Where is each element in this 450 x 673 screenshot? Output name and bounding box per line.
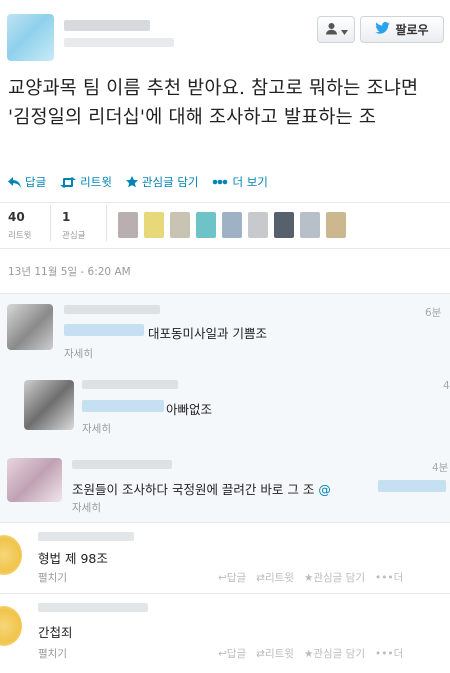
- retweeter-avatar[interactable]: [300, 212, 320, 238]
- retweet-icon: [60, 176, 77, 188]
- stat-separator: [106, 205, 107, 241]
- more-action[interactable]: •••더: [375, 646, 403, 661]
- favorite-action[interactable]: ★관심글 담기: [304, 570, 365, 585]
- caret-down-icon: [340, 20, 348, 39]
- reply-item: 간첩죄 펼치기 ↩답글 ⇄리트윗 ★관심글 담기 •••더: [0, 594, 450, 673]
- tweet-actions: 답글 리트윗 관심글 담기 더 보기: [8, 174, 268, 190]
- retweet-action[interactable]: ⇄리트윗: [256, 646, 294, 661]
- reply-author-redacted[interactable]: [82, 380, 178, 389]
- person-icon: [325, 20, 338, 39]
- divider: [0, 202, 450, 203]
- reply-text: 조원들이 조사하다 국정원에 끌려간 바로 그 조 @: [72, 482, 331, 497]
- follow-label: 팔로우: [395, 23, 429, 37]
- reply-text: 대포동미사일과 기쁨조: [148, 326, 267, 341]
- mention-redacted[interactable]: [82, 400, 164, 412]
- expand-link[interactable]: 펼치기: [38, 570, 67, 585]
- expand-link[interactable]: 자세히: [64, 346, 93, 361]
- retweet-count-label: 리트윗: [8, 231, 32, 241]
- retweeter-avatar[interactable]: [248, 212, 268, 238]
- reply-avatar[interactable]: [24, 380, 74, 430]
- favorite-action[interactable]: 관심글 담기: [125, 174, 198, 190]
- expand-link[interactable]: 자세히: [72, 500, 101, 515]
- star-icon: [125, 176, 138, 188]
- favorite-action[interactable]: ★관심글 담기: [304, 646, 365, 661]
- reply-actions: ↩답글 ⇄리트윗 ★관심글 담기 •••더: [218, 570, 403, 585]
- more-action[interactable]: •••더: [375, 570, 403, 585]
- mention-redacted[interactable]: [378, 480, 446, 492]
- reply-actions: ↩답글 ⇄리트윗 ★관심글 담기 •••더: [218, 646, 403, 661]
- reply-item: 4분 조원들이 조사하다 국정원에 끌려간 바로 그 조 @ 자세히: [0, 448, 450, 522]
- more-action[interactable]: 더 보기: [212, 174, 268, 190]
- reply-author-redacted[interactable]: [38, 532, 134, 541]
- retweeter-avatar[interactable]: [118, 212, 138, 238]
- reply-avatar[interactable]: [7, 304, 53, 350]
- tweet-timestamp[interactable]: 13년 11월 5일 - 6:20 AM: [8, 264, 131, 279]
- user-actions-button[interactable]: [317, 16, 355, 43]
- more-dots-icon: [212, 179, 228, 185]
- reply-item: 형법 제 98조 펼치기 ↩답글 ⇄리트윗 ★관심글 담기 •••더: [0, 523, 450, 593]
- expand-link[interactable]: 펼치기: [38, 646, 67, 661]
- twitter-bird-icon: [375, 21, 391, 37]
- reply-time[interactable]: 4분: [432, 460, 448, 475]
- retweeter-avatar[interactable]: [274, 212, 294, 238]
- reply-author-redacted[interactable]: [64, 305, 160, 314]
- reply-mention[interactable]: @: [318, 482, 331, 497]
- reply-author-redacted[interactable]: [38, 603, 148, 612]
- retweet-count[interactable]: 40: [8, 210, 25, 224]
- retweeter-avatar[interactable]: [144, 212, 164, 238]
- retweeter-avatar[interactable]: [170, 212, 190, 238]
- stat-separator: [50, 205, 51, 241]
- reply-avatar[interactable]: [0, 606, 22, 646]
- retweet-action[interactable]: ⇄리트윗: [256, 570, 294, 585]
- tweet-text: 교양과목 팀 이름 추천 받아요. 참고로 뭐하는 조냐면 '김정일의 리더십'…: [8, 78, 419, 128]
- reply-text: 형법 제 98조: [38, 551, 108, 566]
- reply-item: 6분 대포동미사일과 기쁨조 자세히: [0, 294, 450, 368]
- reply-time[interactable]: 4: [443, 380, 450, 392]
- retweeter-avatar[interactable]: [222, 212, 242, 238]
- favorite-count[interactable]: 1: [62, 210, 70, 224]
- reply-avatar[interactable]: [7, 458, 62, 502]
- reply-avatar[interactable]: [0, 535, 22, 575]
- author-avatar[interactable]: [7, 14, 54, 61]
- favorite-count-label: 관심글: [62, 231, 86, 241]
- reply-text: 아빠없조: [166, 402, 213, 417]
- reply-action[interactable]: ↩답글: [218, 570, 246, 585]
- retweeter-avatar[interactable]: [326, 212, 346, 238]
- retweeter-avatar[interactable]: [196, 212, 216, 238]
- expand-link[interactable]: 자세히: [82, 421, 111, 436]
- reply-text: 간첩죄: [38, 625, 73, 640]
- divider: [0, 248, 450, 249]
- reply-action[interactable]: 답글: [8, 174, 46, 190]
- reply-action[interactable]: ↩답글: [218, 646, 246, 661]
- reply-item: 4 아빠없조 자세히: [0, 368, 450, 448]
- retweet-action[interactable]: 리트윗: [60, 174, 112, 190]
- follow-button[interactable]: 팔로우: [360, 16, 444, 43]
- reply-author-redacted[interactable]: [72, 460, 172, 469]
- author-handle-redacted[interactable]: [64, 38, 174, 47]
- mention-redacted[interactable]: [64, 324, 144, 336]
- reply-time[interactable]: 6분: [425, 305, 441, 320]
- author-name-redacted[interactable]: [64, 20, 150, 31]
- reply-icon: [8, 176, 21, 188]
